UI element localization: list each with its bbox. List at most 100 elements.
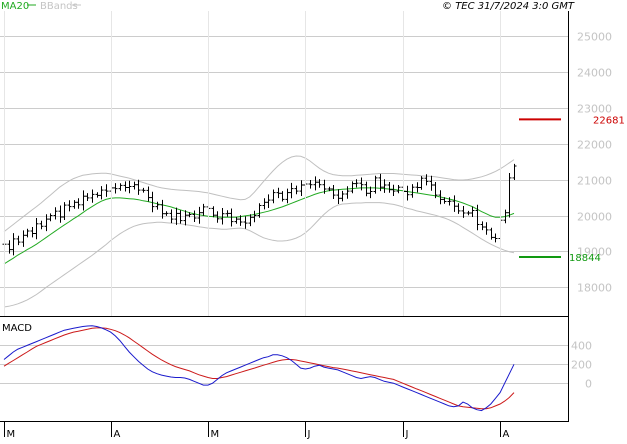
price-bar [470, 206, 475, 217]
price-bar [127, 180, 132, 194]
time-axis: MAMJJA [4, 11, 510, 440]
price-grid [0, 36, 568, 288]
month-label: A [114, 429, 121, 440]
price-bar [76, 198, 81, 209]
price-bar [39, 220, 44, 230]
price-bar [276, 187, 281, 199]
price-bar [429, 175, 434, 191]
price-bar [373, 175, 378, 194]
support-label: 18844 [569, 253, 601, 264]
price-bar [289, 182, 294, 199]
chart-header: MA20 BBands © TEC 31/7/2024 3:0 GMT [1, 1, 575, 12]
price-bar [72, 200, 77, 209]
price-tick-label: 24000 [577, 67, 612, 80]
copyright-info: © TEC 31/7/2024 3:0 GMT [442, 1, 575, 12]
price-bar [452, 195, 457, 212]
price-bar [113, 183, 118, 194]
price-bar [299, 180, 304, 196]
price-bar [489, 227, 494, 240]
price-bar [160, 199, 165, 219]
price-bar [331, 185, 336, 199]
price-bar [155, 201, 160, 210]
price-tick-label: 20000 [577, 211, 612, 224]
price-bar [364, 181, 369, 197]
price-bar [53, 207, 58, 220]
macd-grid [0, 345, 568, 384]
price-bar [480, 221, 485, 231]
bbands-upper-line [3, 155, 515, 233]
price-bar [99, 186, 104, 200]
price-bar [410, 184, 415, 198]
price-bar [141, 187, 146, 193]
price-bar [512, 163, 517, 180]
macd-tick-label: 0 [585, 378, 592, 391]
price-bar [243, 216, 248, 229]
price-tick-label: 23000 [577, 103, 612, 116]
price-bar [257, 203, 262, 218]
macd-tick-label: 200 [571, 359, 592, 372]
price-bar [21, 230, 26, 247]
price-bar [211, 206, 216, 218]
price-bar [493, 233, 498, 243]
price-bar [118, 183, 123, 191]
chart-stage: MA20 BBands © TEC 31/7/2024 3:0 GMT 1800… [0, 0, 627, 440]
stock-chart: MA20 BBands © TEC 31/7/2024 3:0 GMT 1800… [0, 1, 625, 440]
price-bar [466, 210, 471, 216]
price-bar [25, 228, 30, 238]
price-bar [16, 235, 21, 246]
price-tick-label: 21000 [577, 175, 612, 188]
price-bar [234, 217, 239, 224]
price-bar [123, 181, 128, 192]
price-bar [484, 222, 489, 235]
price-bar [58, 205, 63, 223]
month-label: M [7, 429, 16, 440]
price-bar [340, 190, 345, 202]
macd-label: MACD [2, 323, 32, 334]
price-bar [266, 194, 271, 208]
price-bar [164, 211, 169, 216]
bbands-lower-line [3, 202, 515, 308]
macd-signal-line [3, 327, 515, 410]
price-bar [294, 185, 299, 195]
month-label: J [307, 429, 311, 440]
price-bar [146, 186, 151, 202]
price-bar [81, 190, 86, 211]
price-tick-label: 22000 [577, 139, 612, 152]
price-bar [350, 181, 355, 194]
price-bar [48, 213, 53, 222]
price-bar [90, 189, 95, 203]
price-panel: 1800019000200002100022000230002400025000… [0, 31, 625, 308]
price-bar [136, 179, 141, 195]
price-bar [507, 173, 512, 218]
price-bar [262, 198, 267, 210]
price-bar [415, 182, 420, 193]
price-bar [308, 180, 313, 189]
price-bar [225, 210, 230, 217]
price-bar [313, 176, 318, 191]
price-tick-label: 18000 [577, 282, 612, 295]
price-bar [382, 179, 387, 193]
price-tick-label: 25000 [577, 31, 612, 44]
price-bar [405, 185, 410, 201]
price-bar [345, 186, 350, 199]
resistance-level: 22681 [519, 115, 625, 126]
price-bar [387, 182, 392, 193]
price-bar [201, 203, 206, 216]
resistance-label: 22681 [593, 115, 625, 126]
price-bar [104, 184, 109, 197]
ma20-legend: MA20 [1, 1, 29, 12]
macd-tick-label: 400 [571, 340, 592, 353]
price-bar [391, 184, 396, 196]
price-bar [95, 192, 100, 198]
support-level: 18844 [519, 253, 601, 264]
price-bar [67, 200, 72, 212]
bbands-legend: BBands [40, 1, 78, 12]
price-bar [34, 218, 39, 240]
price-bar [336, 189, 341, 204]
ma20-line [3, 187, 515, 265]
price-bar [11, 233, 16, 256]
price-bar [280, 191, 285, 202]
price-bar [183, 210, 188, 226]
price-bar [62, 202, 67, 220]
price-bar [419, 176, 424, 190]
